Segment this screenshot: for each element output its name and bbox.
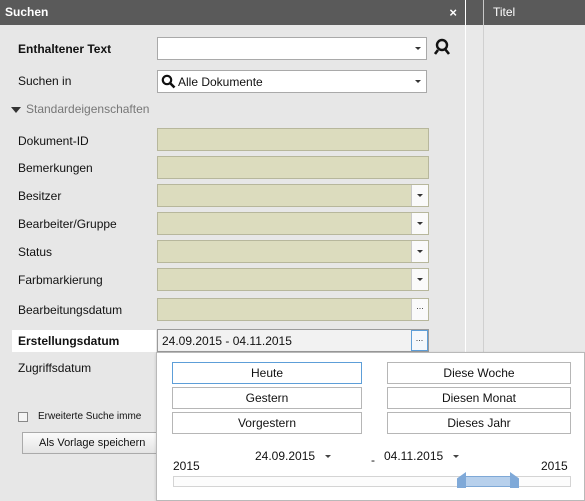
heute-button[interactable]: Heute [172, 362, 362, 384]
date-range-slider-selection[interactable] [460, 476, 515, 487]
gestern-button[interactable]: Gestern [172, 387, 362, 409]
diesen-monat-button[interactable]: Diesen Monat [387, 387, 571, 409]
date-picker-button[interactable]: ... [411, 330, 428, 351]
close-icon[interactable]: × [449, 0, 457, 25]
search-panel-titlebar: Suchen × [0, 0, 465, 25]
panel-title: Suchen [5, 5, 49, 19]
label-suchen-in: Suchen in [18, 74, 72, 88]
erweiterte-suche-label: Erweiterte Suche imme [38, 411, 142, 422]
collapse-caret-icon[interactable] [11, 106, 21, 113]
range-start-year: 2015 [173, 459, 200, 473]
erweiterte-suche-checkbox[interactable] [18, 412, 28, 422]
search-options-icon[interactable] [434, 38, 452, 58]
label-zugriffsdatum: Zugriffsdatum [18, 361, 92, 375]
chevron-down-icon[interactable] [409, 38, 426, 59]
chevron-down-icon[interactable] [411, 269, 428, 290]
label-besitzer: Besitzer [18, 189, 62, 203]
magnifier-icon [161, 74, 176, 89]
chevron-down-icon[interactable] [409, 71, 426, 92]
slider-handle-start[interactable] [457, 472, 466, 488]
diese-woche-button[interactable]: Diese Woche [387, 362, 571, 384]
chevron-down-icon [453, 455, 460, 459]
label-bemerkungen: Bemerkungen [18, 161, 93, 175]
from-date-select[interactable]: 24.09.2015 [255, 449, 332, 463]
dieses-jahr-button[interactable]: Dieses Jahr [387, 412, 571, 434]
chevron-down-icon[interactable] [411, 241, 428, 262]
section-standardeigenschaften[interactable]: Standardeigenschaften [6, 102, 149, 116]
bearbeiter-gruppe-select[interactable] [157, 212, 429, 235]
range-dash: - [371, 453, 375, 467]
label-farbmarkierung: Farbmarkierung [18, 273, 103, 287]
date-range-popup: Heute Diese Woche Gestern Diesen Monat V… [156, 352, 585, 501]
column-separator[interactable] [483, 0, 484, 25]
erstellungsdatum-input[interactable]: 24.09.2015 - 04.11.2015 ... [157, 329, 429, 352]
results-header: Titel [466, 0, 585, 25]
dokument-id-input[interactable] [157, 128, 429, 151]
bemerkungen-input[interactable] [157, 156, 429, 179]
column-header-titel[interactable]: Titel [493, 0, 515, 25]
bearbeitungsdatum-input[interactable]: ... [157, 298, 429, 321]
date-picker-button[interactable]: ... [411, 299, 428, 320]
besitzer-select[interactable] [157, 184, 429, 207]
chevron-down-icon[interactable] [411, 213, 428, 234]
label-enthaltener-text: Enthaltener Text [18, 42, 112, 56]
label-bearbeitungsdatum: Bearbeitungsdatum [18, 303, 123, 317]
farbmarkierung-select[interactable] [157, 268, 429, 291]
label-dokument-id: Dokument-ID [18, 134, 89, 148]
label-erstellungsdatum: Erstellungsdatum [18, 334, 120, 348]
to-date-select[interactable]: 04.11.2015 [384, 449, 460, 463]
chevron-down-icon [325, 455, 332, 459]
suchen-in-select[interactable]: Alle Dokumente [157, 70, 427, 93]
range-end-year: 2015 [541, 459, 568, 473]
slider-handle-end[interactable] [510, 472, 519, 488]
vorgestern-button[interactable]: Vorgestern [172, 412, 362, 434]
chevron-down-icon[interactable] [411, 185, 428, 206]
enthaltener-text-input[interactable] [157, 37, 427, 60]
status-select[interactable] [157, 240, 429, 263]
label-bearbeiter-gruppe: Bearbeiter/Gruppe [18, 217, 117, 231]
label-status: Status [18, 245, 53, 259]
